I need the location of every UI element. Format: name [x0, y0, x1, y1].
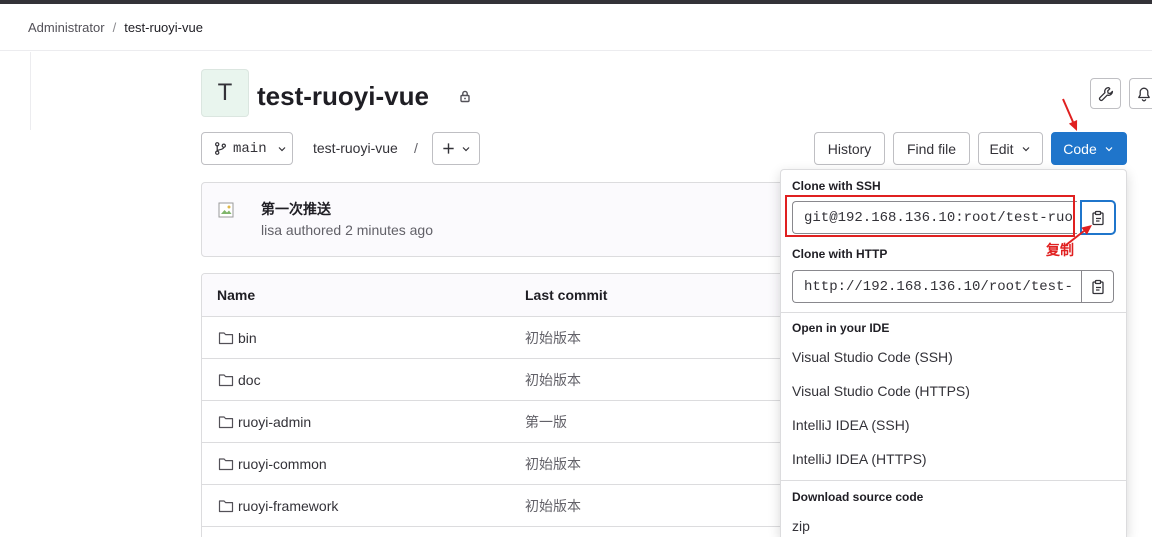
column-header-last-commit: Last commit [525, 287, 608, 303]
copy-http-url-button[interactable] [1081, 270, 1114, 303]
last-commit-cell[interactable]: 初始版本 [525, 359, 581, 401]
broken-image-icon[interactable] [218, 202, 251, 235]
file-name[interactable]: bin [238, 330, 257, 346]
copy-icon [1092, 210, 1104, 225]
wrench-icon [1098, 86, 1113, 101]
project-title: test-ruoyi-vue [257, 81, 429, 111]
chevron-down-icon [1022, 146, 1029, 151]
file-name-cell[interactable]: ruoyi-framework [218, 485, 338, 526]
last-commit-cell[interactable]: 第一版 [525, 401, 567, 443]
settings-button[interactable] [1090, 78, 1121, 109]
notifications-button[interactable] [1129, 78, 1152, 109]
last-commit-cell[interactable]: 初始版本 [525, 317, 581, 359]
copy-icon [1091, 279, 1104, 294]
commit-meta: lisa authored 2 minutes ago [261, 221, 433, 239]
clone-http-label: Clone with HTTP [792, 247, 888, 261]
copy-ssh-url-button[interactable] [1081, 201, 1115, 234]
file-name[interactable]: doc [238, 372, 261, 388]
clone-ssh-label: Clone with SSH [792, 179, 881, 193]
repo-path-separator: / [414, 140, 418, 156]
chevron-down-icon [1105, 146, 1113, 151]
last-commit-cell[interactable]: 初始版本 [525, 443, 581, 485]
folder-icon [218, 457, 234, 470]
folder-icon [218, 415, 234, 428]
dropdown-divider [781, 480, 1126, 481]
file-name-cell[interactable]: ruoyi-admin [218, 401, 311, 442]
breadcrumb-separator: / [112, 19, 117, 35]
download-zip-item[interactable]: zip [781, 509, 1126, 537]
folder-icon [218, 373, 234, 386]
download-source-label: Download source code [792, 490, 924, 504]
last-commit-cell[interactable]: 初始版本 [525, 485, 581, 527]
chevron-down-icon [278, 146, 286, 151]
ide-intellij-https-item[interactable]: IntelliJ IDEA (HTTPS) [781, 442, 1126, 476]
sidebar-edge [30, 52, 31, 130]
repo-path-link[interactable]: test-ruoyi-vue [313, 132, 398, 165]
folder-icon [218, 499, 234, 512]
ide-intellij-ssh-item[interactable]: IntelliJ IDEA (SSH) [781, 408, 1126, 442]
breadcrumb-project-link[interactable]: test-ruoyi-vue [124, 20, 203, 35]
code-label: Code [1063, 140, 1097, 157]
file-name[interactable]: ruoyi-framework [238, 498, 338, 514]
chevron-down-icon [462, 146, 469, 151]
plus-icon [442, 143, 454, 154]
open-in-ide-label: Open in your IDE [792, 321, 890, 335]
file-name[interactable]: ruoyi-common [238, 456, 327, 472]
annotation-arrow-to-code-button [1062, 98, 1078, 131]
file-name[interactable]: ruoyi-admin [238, 414, 311, 430]
file-name-cell[interactable]: doc [218, 359, 261, 400]
dropdown-divider [781, 312, 1126, 313]
commit-authored-time: authored 2 minutes ago [285, 222, 434, 238]
commit-title[interactable]: 第一次推送 [261, 200, 331, 218]
ide-vscode-ssh-item[interactable]: Visual Studio Code (SSH) [781, 340, 1126, 374]
column-header-name: Name [217, 287, 256, 303]
file-name-cell[interactable]: ruoyi-common [218, 443, 327, 484]
add-to-tree-button[interactable] [432, 132, 480, 165]
project-avatar-letter: T [217, 79, 233, 106]
branch-selector[interactable]: main [201, 132, 293, 165]
breadcrumb-group-link[interactable]: Administrator [28, 20, 105, 35]
annotation-highlight-box [785, 195, 1075, 237]
bell-icon [1138, 87, 1150, 101]
commit-author-link[interactable]: lisa [261, 222, 282, 238]
annotation-copy-label: 复制 [1046, 242, 1074, 258]
code-dropdown-button[interactable]: Code [1051, 132, 1127, 165]
folder-icon [218, 331, 234, 344]
edit-dropdown-button[interactable]: Edit [978, 132, 1043, 165]
clone-http-url-input[interactable] [792, 270, 1081, 303]
history-button[interactable]: History [814, 132, 885, 165]
find-file-button[interactable]: Find file [893, 132, 970, 165]
branch-name: main [233, 140, 267, 157]
lock-icon [460, 90, 470, 103]
branch-icon [215, 142, 226, 155]
gitlab-project-page: Administrator / test-ruoyi-vue T test-ru… [0, 0, 1152, 537]
breadcrumb: Administrator / test-ruoyi-vue [0, 4, 1152, 51]
project-avatar[interactable]: T [201, 69, 249, 117]
edit-label: Edit [989, 140, 1014, 157]
file-name-cell[interactable]: bin [218, 317, 257, 358]
ide-vscode-https-item[interactable]: Visual Studio Code (HTTPS) [781, 374, 1126, 408]
